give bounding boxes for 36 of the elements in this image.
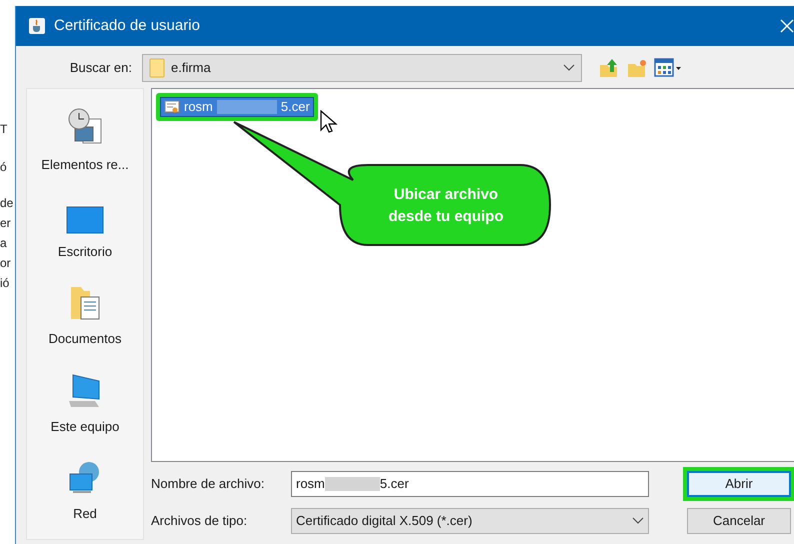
file-type-label: Archivos de tipo: (151, 512, 248, 530)
place-label[interactable]: Escritorio (58, 242, 112, 262)
file-type-dropdown[interactable]: Certificado digital X.509 (*.cer) (291, 508, 649, 534)
close-icon (780, 19, 794, 33)
chevron-down-icon (632, 517, 644, 525)
file-item[interactable]: rosm 5.cer (160, 97, 314, 117)
desktop-icon (66, 206, 104, 234)
background-text: or (0, 256, 11, 270)
background-text: ió (0, 276, 10, 290)
blur-redaction (216, 100, 277, 114)
look-in-value: e.firma (171, 59, 212, 78)
certificate-icon (164, 100, 180, 114)
place-label[interactable]: Este equipo (50, 416, 120, 436)
dialog-button[interactable]: Cancelar (687, 508, 791, 534)
mouse-pointer-icon (320, 110, 338, 134)
up-folder-icon[interactable] (598, 57, 620, 79)
file-name-label: Nombre de archivo: (151, 475, 266, 493)
background-text: de (0, 196, 14, 210)
blur-redaction (324, 477, 380, 491)
window-title: Certificado de usuario (54, 16, 201, 36)
place-label[interactable]: Documentos (48, 329, 122, 349)
background-text: ó (0, 160, 7, 174)
place-label[interactable]: Red (73, 504, 97, 524)
file-name-field[interactable]: rosm 5.cer (291, 471, 649, 497)
view-menu-icon[interactable] (654, 58, 682, 78)
background-text: T (0, 122, 8, 136)
chevron-down-icon (563, 64, 575, 72)
place-label[interactable]: Elementos re... (41, 155, 129, 174)
documents-folder-icon (69, 285, 101, 322)
dialog-button[interactable]: Abrir (687, 471, 791, 497)
background-text: a (0, 236, 7, 250)
look-in-dropdown[interactable]: e.firma (142, 54, 582, 82)
look-in-label: Buscar en: (68, 59, 133, 78)
background-text: er (0, 216, 11, 230)
callout-text: Ubicar archivo desde tu equipo (387, 185, 504, 227)
java-cup-icon (28, 17, 46, 35)
